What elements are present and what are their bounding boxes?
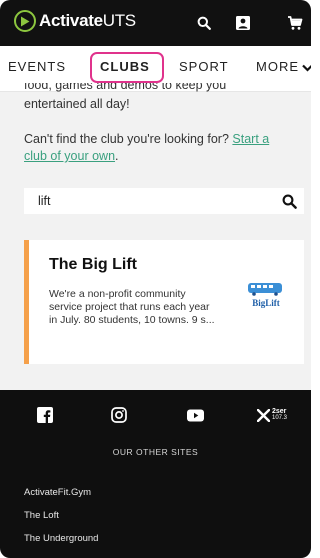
top-header: Activate UTS	[0, 0, 311, 46]
account-icon[interactable]	[233, 13, 253, 33]
instagram-icon[interactable]	[107, 404, 131, 426]
tab-clubs[interactable]: CLUBS	[100, 59, 150, 74]
search-input[interactable]: lift	[38, 194, 304, 208]
facebook-icon[interactable]	[33, 404, 57, 426]
radio-badge-bottom: 107.3	[271, 415, 287, 421]
x-icon[interactable]: 2ser 107.3	[254, 404, 290, 426]
footer-link-the-loft[interactable]: The Loft	[24, 510, 59, 521]
tab-events[interactable]: EVENTS	[8, 59, 66, 74]
search-icon	[282, 194, 297, 209]
club-search-field[interactable]: lift	[24, 188, 304, 214]
cart-icon[interactable]	[285, 13, 305, 33]
intro-line: entertained all day!	[24, 97, 130, 111]
logo-text-bold: Activate	[39, 11, 103, 30]
logo-text-light: UTS	[102, 11, 136, 30]
radio-badge-top: 2ser	[271, 408, 287, 415]
site-footer: 2ser 107.3 OUR OTHER SITES ActivateFit.G…	[0, 390, 311, 558]
search-submit-button[interactable]	[278, 190, 300, 212]
club-title: The Big Lift	[49, 256, 137, 273]
other-sites-heading: OUR OTHER SITES	[112, 447, 199, 457]
tab-more[interactable]: MORE	[256, 59, 311, 74]
activate-logo[interactable]: Activate UTS	[14, 10, 136, 32]
big-lift-logo: BigLift	[242, 282, 290, 312]
footer-link-the-underground[interactable]: The Underground	[24, 533, 98, 544]
find-club-text: Can't find the club you're looking for?	[24, 132, 229, 146]
intro-cut-line: food, games and demos to keep you	[24, 83, 227, 92]
search-icon[interactable]	[194, 13, 214, 33]
footer-link-activatefit-gym[interactable]: ActivateFit.Gym	[24, 487, 91, 498]
club-result-card[interactable]: The Big Lift We're a non-profit communit…	[24, 240, 304, 364]
find-club-paragraph: Can't find the club you're looking for? …	[24, 131, 294, 165]
club-description: We're a non-profit community service pro…	[49, 288, 215, 326]
youtube-icon[interactable]	[183, 404, 207, 426]
tab-sport[interactable]: SPORT	[179, 59, 229, 74]
big-lift-logo-text: BigLift	[252, 298, 280, 308]
find-club-period: .	[115, 149, 119, 163]
radio-badge: 2ser 107.3	[272, 408, 287, 422]
play-logo-icon	[14, 10, 36, 32]
app-frame: Activate UTS EVENTS CLUBS SPORT MORE foo…	[0, 0, 311, 558]
tab-more-label: MORE	[256, 59, 299, 74]
chevron-down-icon	[302, 64, 311, 72]
